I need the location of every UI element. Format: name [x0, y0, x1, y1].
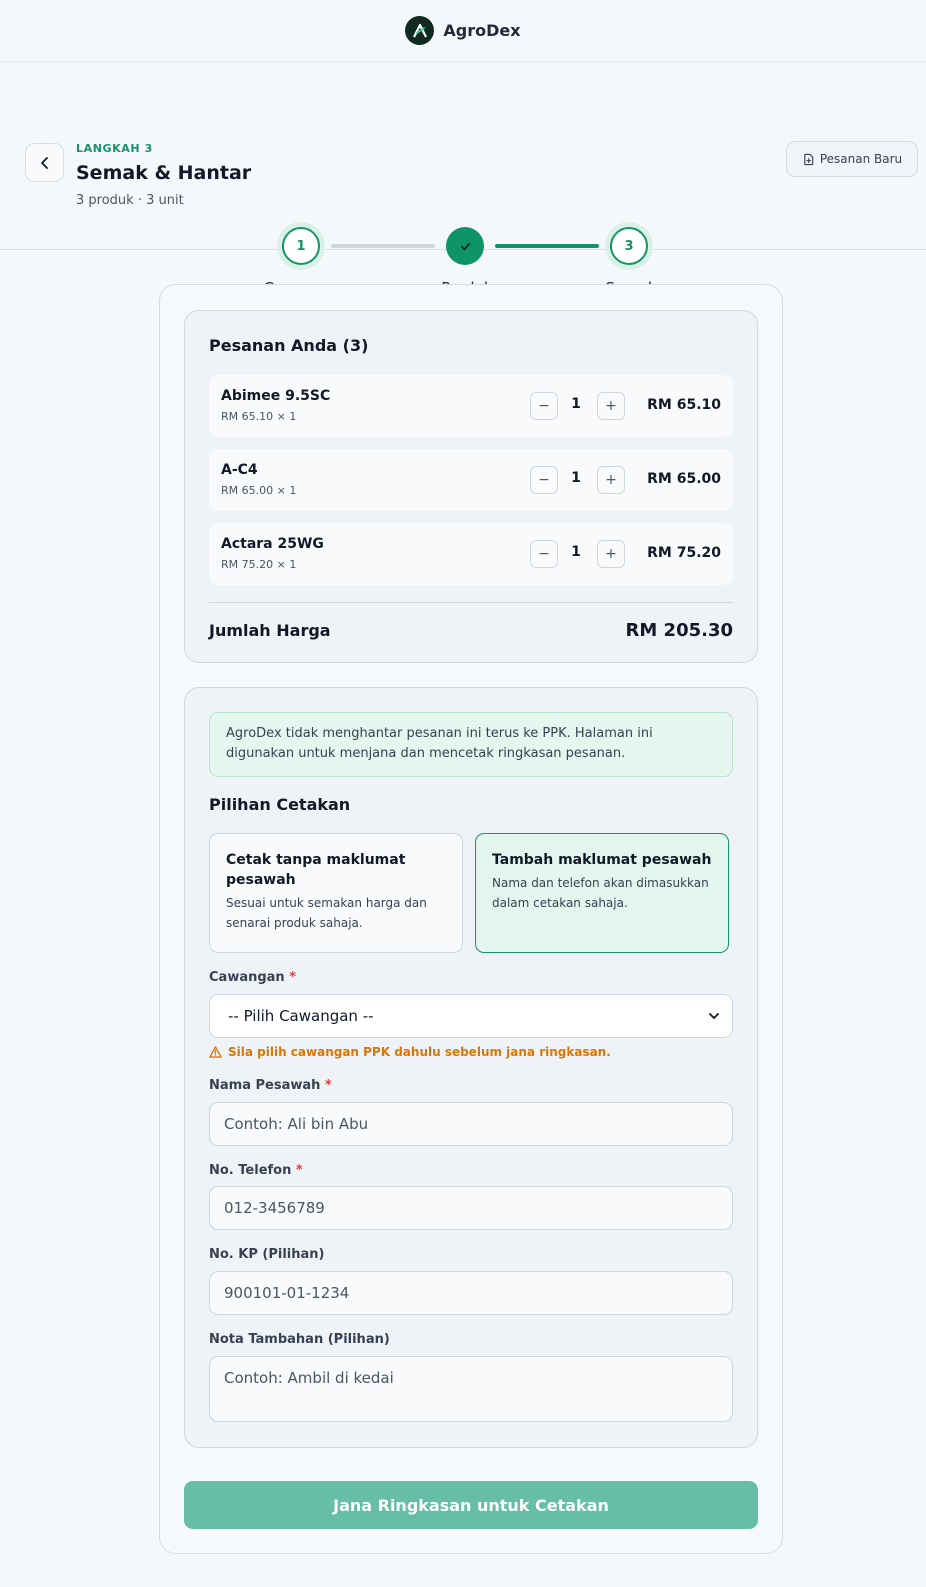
- cart-divider: [209, 602, 733, 603]
- brand[interactable]: AgroDex: [405, 16, 521, 45]
- increase-qty-button[interactable]: +: [597, 466, 625, 494]
- item-unit-price: RM 65.10 × 1: [221, 410, 297, 423]
- page-title: Semak & Hantar: [76, 162, 252, 184]
- item-unit-price: RM 65.00 × 1: [221, 484, 297, 497]
- branch-label: Cawangan *: [209, 970, 297, 985]
- item-name: Abimee 9.5SC: [221, 388, 331, 404]
- review-card: Pesanan Anda (3) Abimee 9.5SC RM 65.10 ×…: [159, 284, 783, 1554]
- phone-input[interactable]: 012-3456789: [209, 1186, 733, 1230]
- cart-panel: Pesanan Anda (3) Abimee 9.5SC RM 65.10 ×…: [184, 310, 758, 663]
- increase-qty-button[interactable]: +: [597, 540, 625, 568]
- item-qty: 1: [571, 470, 581, 486]
- option-title: Tambah maklumat pesawah: [492, 852, 712, 868]
- file-plus-icon: [804, 153, 814, 165]
- page-header: LANGKAH 3 Semak & Hantar 3 produk · 3 un…: [0, 62, 926, 297]
- cart-item: Actara 25WG RM 75.20 × 1 − 1 + RM 75.20: [209, 523, 733, 585]
- farmer-name-input[interactable]: Contoh: Ali bin Abu: [209, 1102, 733, 1146]
- notes-textarea[interactable]: Contoh: Ambil di kedai: [209, 1356, 733, 1422]
- item-unit-price: RM 75.20 × 1: [221, 558, 297, 571]
- branch-select[interactable]: -- Pilih Cawangan --: [209, 994, 733, 1038]
- new-order-label: Pesanan Baru: [819, 152, 903, 166]
- step-connector-2: [495, 244, 599, 248]
- chevron-down-icon: [709, 1013, 719, 1019]
- farmer-name-label: Nama Pesawah *: [209, 1078, 332, 1093]
- chevron-left-icon: [40, 156, 48, 169]
- option-description: Nama dan telefon akan dimasukkan dalam c…: [492, 876, 709, 910]
- required-mark: *: [289, 970, 297, 985]
- print-option-with-farmer[interactable]: Tambah maklumat pesawah Nama dan telefon…: [475, 833, 729, 953]
- back-button[interactable]: [25, 143, 64, 182]
- item-name: A-C4: [221, 462, 258, 478]
- warning-triangle-icon: [209, 1046, 222, 1058]
- item-qty: 1: [571, 396, 581, 412]
- order-form-panel: AgroDex tidak menghantar pesanan ini ter…: [184, 687, 758, 1448]
- brand-name: AgroDex: [443, 21, 521, 40]
- option-title: Cetak tanpa maklumat pesawah: [226, 852, 406, 888]
- decrease-qty-button[interactable]: −: [530, 540, 558, 568]
- ic-input[interactable]: 900101-01-1234: [209, 1271, 733, 1315]
- step-kicker: LANGKAH 3: [76, 142, 153, 155]
- decrease-qty-button[interactable]: −: [530, 392, 558, 420]
- item-qty: 1: [571, 544, 581, 560]
- step-2-circle[interactable]: [446, 227, 484, 265]
- step-3-circle[interactable]: 3: [610, 227, 648, 265]
- item-total: RM 65.10: [647, 397, 721, 413]
- check-icon: [460, 242, 470, 250]
- new-order-button[interactable]: Pesanan Baru: [786, 141, 918, 177]
- agrodex-logo-icon: [405, 16, 435, 45]
- step-connector-1: [331, 244, 435, 248]
- branch-select-value: -- Pilih Cawangan --: [228, 1007, 374, 1025]
- decrease-qty-button[interactable]: −: [530, 466, 558, 494]
- page-subtitle: 3 produk · 3 unit: [76, 193, 184, 208]
- total-value: RM 205.30: [625, 620, 734, 641]
- total-label: Jumlah Harga: [209, 621, 331, 640]
- step-1-circle[interactable]: 1: [282, 227, 320, 265]
- item-total: RM 75.20: [647, 545, 721, 561]
- print-options-title: Pilihan Cetakan: [209, 795, 351, 814]
- top-bar: AgroDex: [0, 0, 926, 62]
- option-description: Sesuai untuk semakan harga dan senarai p…: [226, 896, 427, 930]
- info-notice: AgroDex tidak menghantar pesanan ini ter…: [209, 712, 733, 777]
- ic-label: No. KP (Pilihan): [209, 1247, 325, 1262]
- notes-label: Nota Tambahan (Pilihan): [209, 1332, 390, 1347]
- generate-summary-button[interactable]: Jana Ringkasan untuk Cetakan: [184, 1481, 758, 1529]
- item-total: RM 65.00: [647, 471, 721, 487]
- required-mark: *: [295, 1163, 303, 1178]
- phone-label: No. Telefon *: [209, 1163, 303, 1178]
- required-mark: *: [324, 1078, 332, 1093]
- increase-qty-button[interactable]: +: [597, 392, 625, 420]
- item-name: Actara 25WG: [221, 536, 324, 552]
- cart-title: Pesanan Anda (3): [209, 336, 369, 355]
- cart-item: A-C4 RM 65.00 × 1 − 1 + RM 65.00: [209, 449, 733, 511]
- cart-item: Abimee 9.5SC RM 65.10 × 1 − 1 + RM 65.10: [209, 375, 733, 437]
- print-option-without-farmer[interactable]: Cetak tanpa maklumat pesawah Sesuai untu…: [209, 833, 463, 953]
- branch-warning: Sila pilih cawangan PPK dahulu sebelum j…: [209, 1045, 611, 1059]
